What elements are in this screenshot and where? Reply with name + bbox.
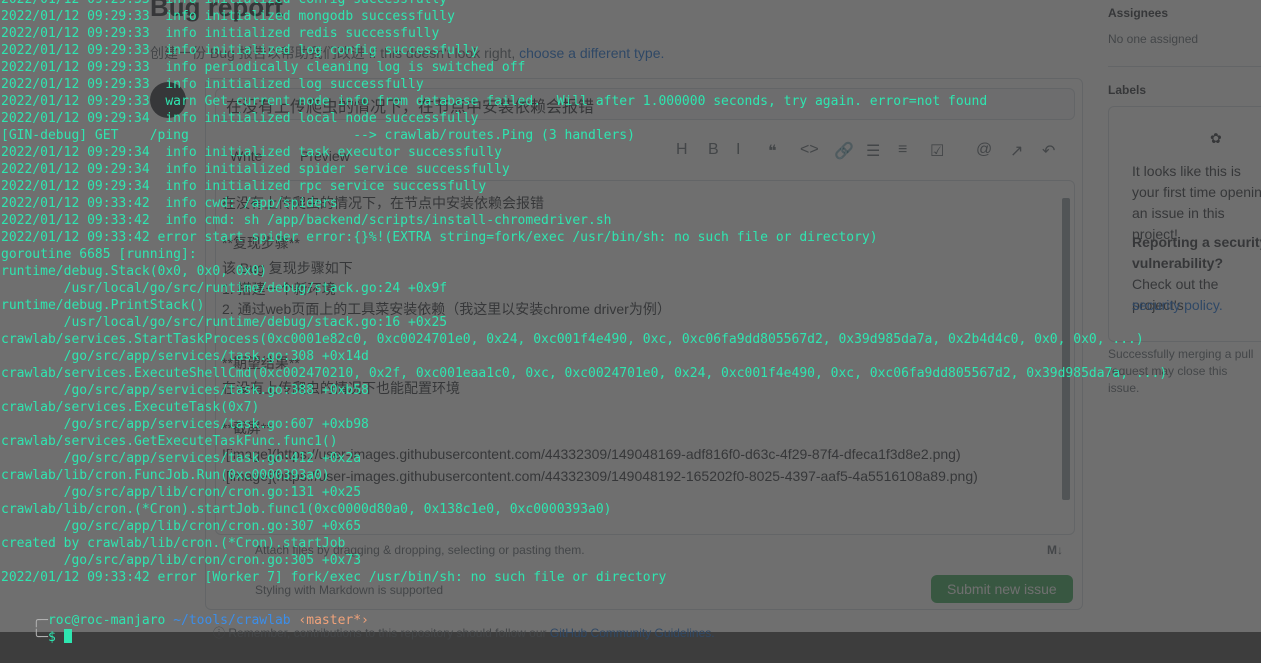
terminal-line: [GIN-debug] GET /ping --> crawlab/routes… bbox=[1, 128, 635, 143]
terminal-line: runtime/debug.Stack(0x0, 0x0, 0x0) bbox=[1, 264, 268, 279]
terminal-line: /go/src/app/services/task.go:607 +0xb98 bbox=[1, 417, 369, 432]
prompt-line: ╭─roc@roc-manjaro ~/tools/crawlab ‹maste… bbox=[1, 595, 369, 628]
prompt-symbol: $ bbox=[47, 630, 56, 645]
terminal-line: 2022/01/12 09:29:33 info initialized log… bbox=[1, 43, 479, 58]
terminal-line: /usr/local/go/src/runtime/debug/stack.go… bbox=[1, 315, 448, 330]
prompt-frame-bottom: ╰─ bbox=[32, 630, 48, 645]
terminal-line: crawlab/services.StartTaskProcess(0xc000… bbox=[1, 332, 1144, 347]
terminal-line: /go/src/app/lib/cron/cron.go:131 +0x25 bbox=[1, 485, 362, 500]
terminal-line: /go/src/app/lib/cron/cron.go:307 +0x65 bbox=[1, 519, 362, 534]
terminal-line: 2022/01/12 09:33:42 error [Worker 7] for… bbox=[1, 570, 667, 585]
terminal-cursor bbox=[63, 629, 72, 643]
terminal-line: 2022/01/12 09:29:34 info initialized rpc… bbox=[1, 179, 487, 194]
terminal-line: 2022/01/12 09:29:33 info initialized log… bbox=[1, 77, 424, 92]
terminal-line: 2022/01/12 09:29:34 info initialized loc… bbox=[1, 111, 479, 126]
terminal-line: 2022/01/12 09:29:33 warn Get current nod… bbox=[1, 94, 988, 109]
terminal-window[interactable]: 2022/01/12 09:29:33 info initialized con… bbox=[0, 0, 1261, 645]
terminal-line: 2022/01/12 09:29:33 info initialized con… bbox=[1, 0, 447, 8]
input-line[interactable]: ╰─$ bbox=[1, 612, 72, 645]
terminal-line: goroutine 6685 [running]: bbox=[1, 247, 197, 262]
terminal-line: /go/src/app/services/task.go:412 +0x2a bbox=[1, 451, 362, 466]
terminal-line: /go/src/app/services/task.go:388 +0xb58 bbox=[1, 383, 369, 398]
terminal-line: /go/src/app/services/task.go:308 +0x14d bbox=[1, 349, 369, 364]
terminal-line: runtime/debug.PrintStack() bbox=[1, 298, 205, 313]
terminal-line: 2022/01/12 09:33:42 info cwd: /app/spide… bbox=[1, 196, 338, 211]
terminal-line: 2022/01/12 09:29:33 info initialized red… bbox=[1, 26, 440, 41]
prompt-branch: ‹master*› bbox=[298, 613, 369, 628]
terminal-line: crawlab/services.GetExecuteTaskFunc.func… bbox=[1, 434, 338, 449]
terminal-line: crawlab/lib/cron.FuncJob.Run(0xc0000393a… bbox=[1, 468, 330, 483]
terminal-line: created by crawlab/lib/cron.(*Cron).star… bbox=[1, 536, 346, 551]
terminal-line: 2022/01/12 09:29:34 info initialized spi… bbox=[1, 162, 510, 177]
prompt-path: ~/tools/crawlab bbox=[173, 613, 291, 628]
terminal-line: 2022/01/12 09:33:42 info cmd: sh /app/ba… bbox=[1, 213, 612, 228]
terminal-line: 2022/01/12 09:29:33 info periodically cl… bbox=[1, 60, 526, 75]
terminal-line: /usr/local/go/src/runtime/debug/stack.go… bbox=[1, 281, 448, 296]
terminal-line: crawlab/services.ExecuteShellCmd(0xc0024… bbox=[1, 366, 1168, 381]
terminal-line: 2022/01/12 09:29:34 info initialized tas… bbox=[1, 145, 502, 160]
terminal-line: 2022/01/12 09:29:33 info initialized mon… bbox=[1, 9, 455, 24]
terminal-line: crawlab/services.ExecuteTask(0x7) bbox=[1, 400, 260, 415]
terminal-line: crawlab/lib/cron.(*Cron).startJob.func1(… bbox=[1, 502, 612, 517]
terminal-line: 2022/01/12 09:33:42 error start spider e… bbox=[1, 230, 878, 245]
terminal-line: /go/src/app/lib/cron/cron.go:305 +0x73 bbox=[1, 553, 362, 568]
